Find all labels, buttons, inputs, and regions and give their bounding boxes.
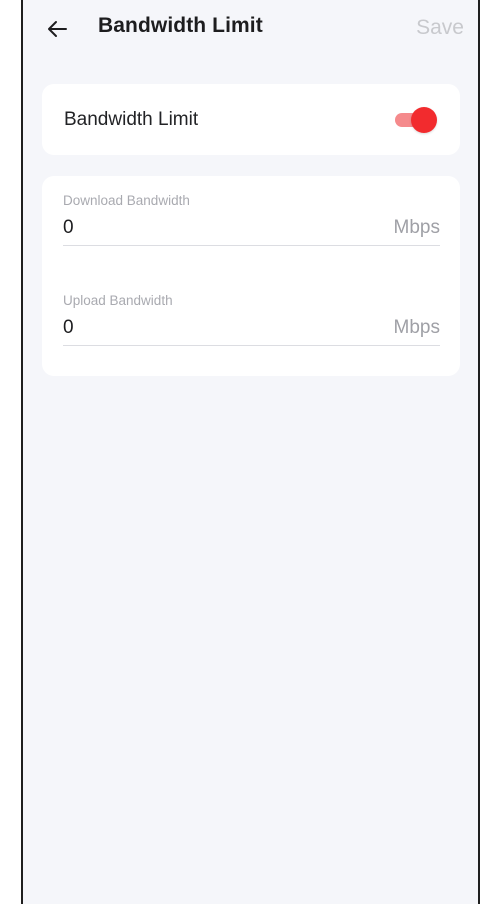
bandwidth-limit-toggle[interactable] bbox=[395, 107, 437, 133]
download-bandwidth-input[interactable]: 0 Mbps bbox=[63, 214, 440, 246]
upload-bandwidth-unit: Mbps bbox=[393, 317, 440, 338]
download-bandwidth-value: 0 bbox=[63, 217, 74, 238]
toggle-knob bbox=[411, 107, 437, 133]
top-bar: Bandwidth Limit Save bbox=[23, 0, 478, 56]
upload-bandwidth-value: 0 bbox=[63, 317, 74, 338]
back-arrow-icon[interactable] bbox=[45, 17, 69, 41]
bandwidth-limit-label: Bandwidth Limit bbox=[64, 109, 199, 130]
upload-bandwidth-label: Upload Bandwidth bbox=[63, 293, 173, 308]
page-title: Bandwidth Limit bbox=[98, 14, 263, 37]
download-bandwidth-label: Download Bandwidth bbox=[63, 193, 190, 208]
save-button[interactable]: Save bbox=[416, 16, 464, 40]
upload-bandwidth-input[interactable]: 0 Mbps bbox=[63, 314, 440, 346]
bandwidth-limit-card: Bandwidth Limit bbox=[42, 84, 460, 155]
download-bandwidth-unit: Mbps bbox=[393, 217, 440, 238]
app-screen: Bandwidth Limit Save Bandwidth Limit Dow… bbox=[21, 0, 480, 904]
bandwidth-fields-card: Download Bandwidth 0 Mbps Upload Bandwid… bbox=[42, 176, 460, 376]
